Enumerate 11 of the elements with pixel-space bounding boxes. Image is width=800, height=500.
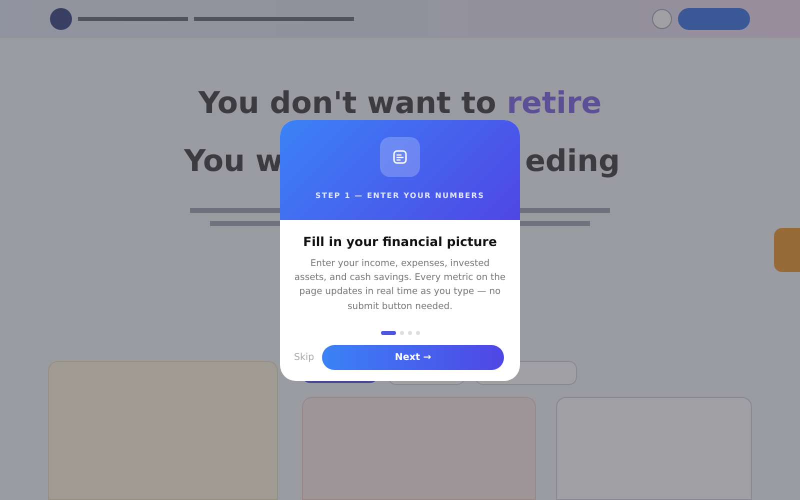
- dialog-title: Fill in your financial picture: [303, 234, 497, 249]
- logo-icon: [50, 8, 72, 30]
- dialog-text: Enter your income, expenses, invested assets, and cash savings. Every metric on the page updates in real time as you type — no submit button needed.: [294, 257, 506, 314]
- headline-fragment: You w: [184, 144, 284, 180]
- side-tab[interactable]: [774, 228, 800, 272]
- header-button[interactable]: [678, 8, 750, 30]
- next-button[interactable]: Next →: [322, 344, 504, 370]
- headline-fragment: eding: [525, 144, 620, 180]
- headline: You don't want to retire: [197, 86, 603, 122]
- document-icon: [380, 137, 420, 177]
- theme-toggle[interactable]: [652, 9, 672, 29]
